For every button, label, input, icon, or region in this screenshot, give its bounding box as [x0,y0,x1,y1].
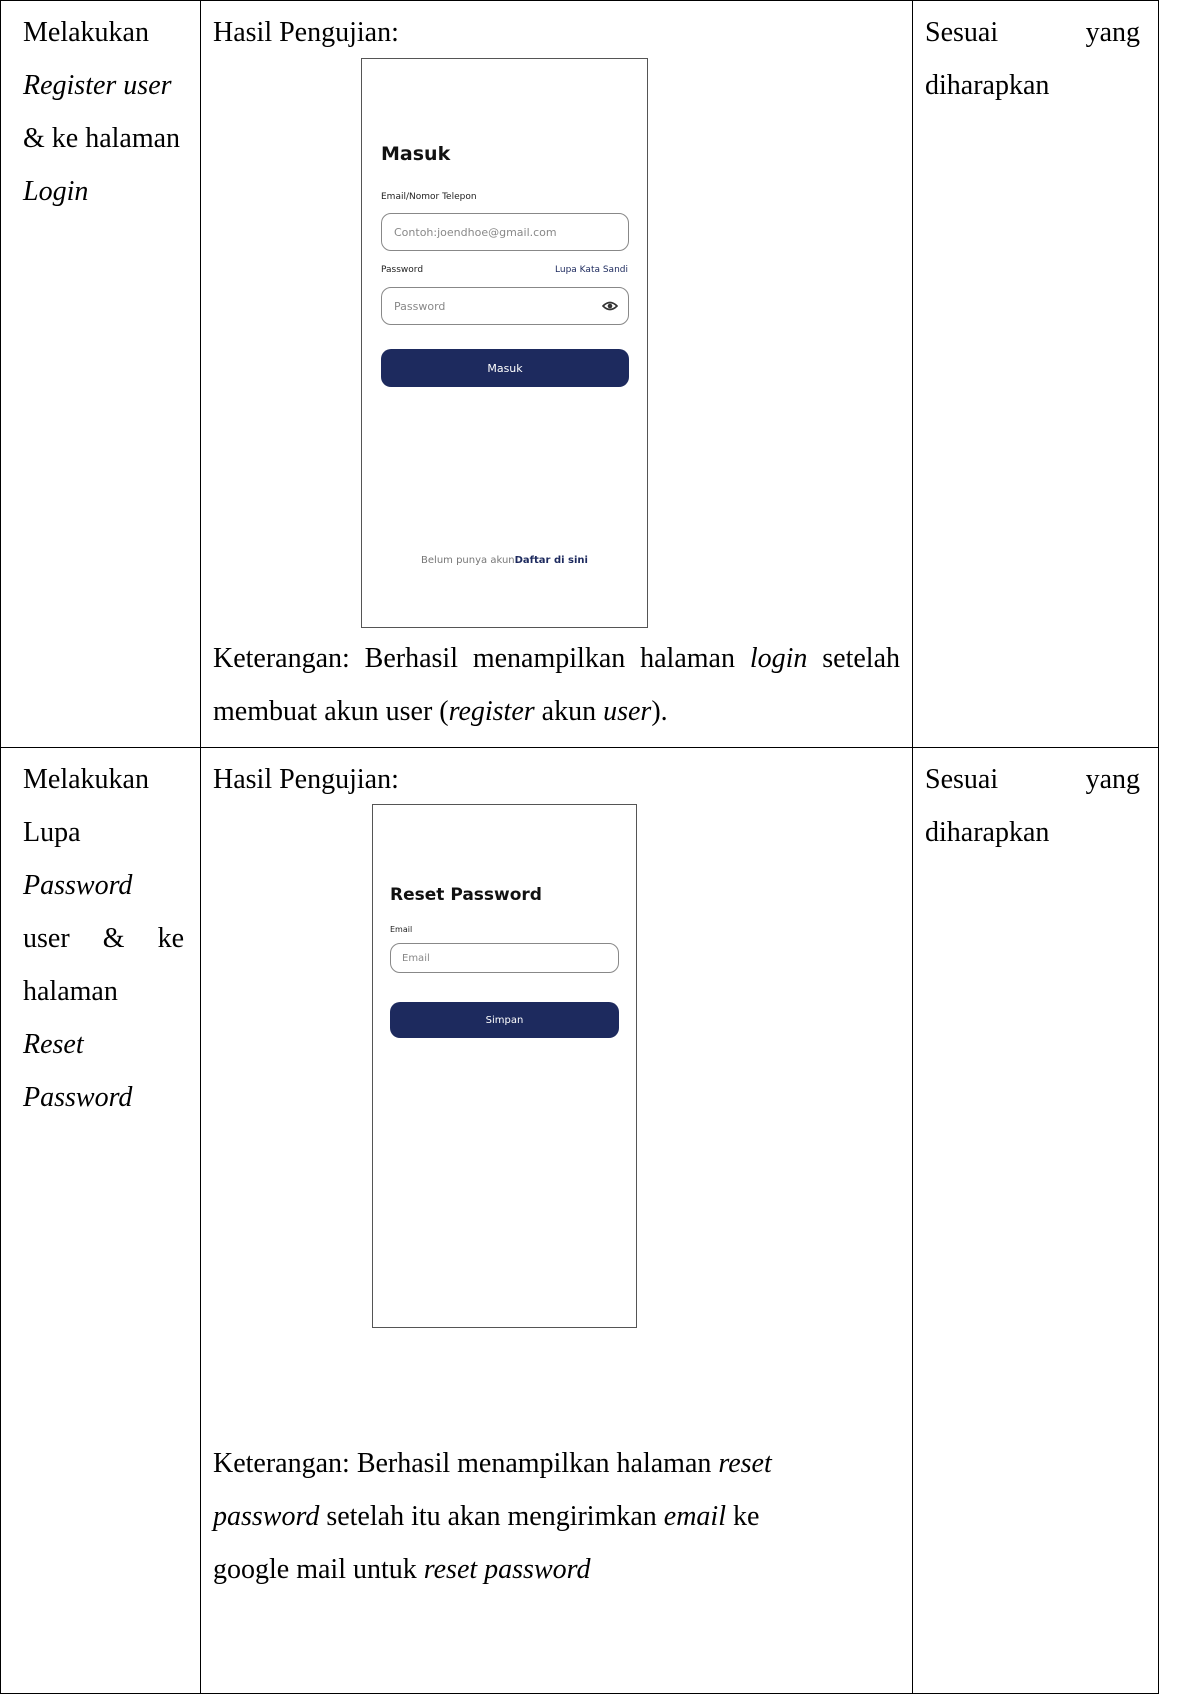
scenario-word: & [102,923,125,954]
status-word: Sesuai [925,17,999,48]
scenario-line-text: Password [23,870,133,901]
note-end: ). [651,696,668,727]
scenario-line: & ke halaman [23,123,181,154]
email-placeholder: Contoh:joendhoe@gmail.com [394,225,557,239]
status-line: Sesuai yang [925,753,1140,806]
note-em: user [603,696,652,727]
scenario-line: Reset [23,1018,184,1071]
scenario-line: Register user [23,59,184,112]
result-cell: Hasil Pengujian: Reset Password Email Em… [200,747,913,1694]
scenario-line-text: Password [23,1082,133,1113]
reset-password-screenshot: Reset Password Email Email Simpan [372,804,637,1328]
status-word: Sesuai [925,764,999,795]
note-em: reset [718,1448,772,1479]
result-label: Hasil Pengujian: [213,764,399,795]
email-field[interactable]: Email [390,943,619,973]
scenario-line: Password [23,859,184,912]
login-button[interactable]: Masuk [381,349,629,387]
status-line: Sesuai yang [925,6,1140,59]
scenario-word: user [23,923,70,954]
scenario-text: Melakukan Register user & ke halaman Log… [1,1,200,218]
register-prompt: Belum punya akunDaftar di sini [362,555,647,566]
scenario-line-text: Login [23,176,89,207]
note-mid: google mail untuk [213,1554,424,1585]
note-em: reset password [423,1554,591,1585]
note-em: register [448,696,535,727]
note-text: Keterangan: Berhasil menampilkan halaman… [213,632,900,738]
note-mid: akun [534,696,604,727]
eye-icon[interactable] [601,299,619,316]
scenario-line: Password [23,1071,184,1124]
status-cell: Sesuai yang diharapkan [912,747,1159,1694]
scenario-line: Login [23,165,184,218]
email-label: Email/Nomor Telepon [381,192,477,202]
password-placeholder: Password [394,299,446,313]
note-prefix: Keterangan: Berhasil menampilkan halaman [213,1448,719,1479]
save-button-label: Simpan [485,1014,524,1026]
page-title: Masuk [381,143,451,165]
status-word: yang [1085,764,1140,795]
result-label: Hasil Pengujian: [213,17,399,48]
note-prefix: Keterangan: Berhasil menampilkan halaman [213,643,750,674]
status-cell: Sesuai yang diharapkan [912,0,1159,748]
note-mid: ke [726,1501,760,1532]
scenario-line: Melakukan [23,764,149,795]
scenario-line: user & ke [23,912,184,965]
scenario-cell: Melakukan Lupa Password user & ke halama… [0,747,201,1694]
scenario-line-text: Reset [23,1029,84,1060]
status-word: diharapkan [925,70,1050,101]
scenario-word: ke [157,923,184,954]
scenario-cell: Melakukan Register user & ke halaman Log… [0,0,201,748]
status-text: Sesuai yang diharapkan [913,1,1158,112]
note-em: email [663,1501,726,1532]
scenario-line-text: Register user [23,70,172,101]
test-results-table: Melakukan Register user & ke halaman Log… [0,0,1159,1694]
status-text: Sesuai yang diharapkan [913,748,1158,859]
scenario-text: Melakukan Lupa Password user & ke halama… [1,748,200,1124]
scenario-line: halaman [23,976,118,1007]
password-label: Password [381,265,424,275]
page-title: Reset Password [390,885,542,905]
table-row: Melakukan Lupa Password user & ke halama… [0,747,1159,1694]
forgot-password-link[interactable]: Lupa Kata Sandi [555,265,628,275]
scenario-line: Melakukan [23,17,149,48]
scenario-line: Lupa [23,817,81,848]
note-em: password [213,1501,320,1532]
login-screenshot: Masuk Email/Nomor Telepon Contoh:joendho… [361,58,648,628]
password-field[interactable]: Password [381,287,629,325]
login-button-label: Masuk [487,361,523,375]
note-em: login [749,643,808,674]
save-button[interactable]: Simpan [390,1002,619,1038]
status-word: yang [1085,17,1140,48]
result-cell: Hasil Pengujian: Masuk Email/Nomor Telep… [200,0,913,748]
note-text: Keterangan: Berhasil menampilkan halaman… [213,1437,900,1596]
table-row: Melakukan Register user & ke halaman Log… [0,0,1159,748]
status-word: diharapkan [925,817,1050,848]
register-prompt-text: Belum punya akun [421,555,515,566]
note-mid: setelah itu akan mengirimkan [319,1501,664,1532]
email-field[interactable]: Contoh:joendhoe@gmail.com [381,213,629,251]
email-label: Email [390,925,413,934]
email-placeholder: Email [402,952,430,964]
register-link[interactable]: Daftar di sini [515,555,588,566]
